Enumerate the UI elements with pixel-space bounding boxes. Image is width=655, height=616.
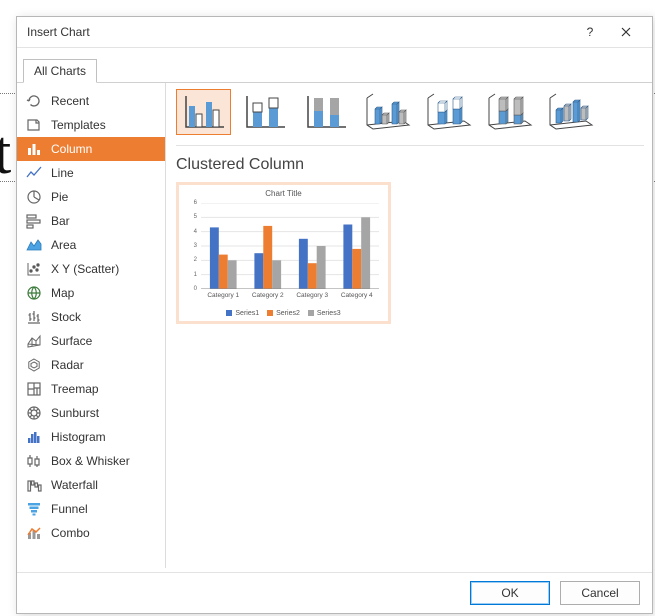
sidebar-item-radar[interactable]: Radar [17, 353, 165, 377]
dialog-title: Insert Chart [27, 25, 572, 39]
sidebar-item-label: Recent [51, 94, 89, 108]
treemap-icon [25, 380, 43, 398]
sidebar-item-label: Sunburst [51, 406, 99, 420]
sunburst-icon [25, 404, 43, 422]
close-button[interactable] [608, 18, 644, 46]
sidebar-item-label: Line [51, 166, 74, 180]
sidebar-item-scatter[interactable]: X Y (Scatter) [17, 257, 165, 281]
subtype-3d-stacked-column[interactable] [420, 89, 475, 135]
sidebar-item-label: X Y (Scatter) [51, 262, 119, 276]
radar-icon [25, 356, 43, 374]
sidebar-item-label: Stock [51, 310, 81, 324]
background-glyph: t [0, 118, 11, 189]
sidebar-item-label: Histogram [51, 430, 106, 444]
templates-icon [25, 116, 43, 134]
tab-all-charts[interactable]: All Charts [23, 59, 97, 83]
sidebar-item-column[interactable]: Column [17, 137, 165, 161]
preview-legend: Series1Series2Series3 [179, 310, 388, 317]
pie-icon [25, 188, 43, 206]
stacked-column-icon [241, 92, 289, 132]
3d-clustered-column-icon [363, 92, 411, 132]
sidebar-item-label: Box & Whisker [51, 454, 130, 468]
chart-subtype-row [176, 89, 644, 146]
sidebar-item-treemap[interactable]: Treemap [17, 377, 165, 401]
sidebar-item-box[interactable]: Box & Whisker [17, 449, 165, 473]
map-icon [25, 284, 43, 302]
sidebar-item-histogram[interactable]: Histogram [17, 425, 165, 449]
sidebar-item-label: Treemap [51, 382, 99, 396]
histogram-icon [25, 428, 43, 446]
column-icon [25, 140, 43, 158]
subtype-3d-clustered-column[interactable] [359, 89, 414, 135]
sidebar-item-bar[interactable]: Bar [17, 209, 165, 233]
sidebar-item-sunburst[interactable]: Sunburst [17, 401, 165, 425]
stock-icon [25, 308, 43, 326]
sidebar-item-label: Area [51, 238, 76, 252]
funnel-icon [25, 500, 43, 518]
subtype-3d-column[interactable] [542, 89, 597, 135]
cancel-button[interactable]: Cancel [560, 581, 640, 605]
sidebar-item-label: Bar [51, 214, 70, 228]
subtype-stacked-column[interactable] [237, 89, 292, 135]
bar-icon [25, 212, 43, 230]
sidebar-item-stock[interactable]: Stock [17, 305, 165, 329]
sidebar-item-label: Column [51, 142, 92, 156]
sidebar-item-combo[interactable]: Combo [17, 521, 165, 545]
box-whisker-icon [25, 452, 43, 470]
sidebar-item-surface[interactable]: Surface [17, 329, 165, 353]
sidebar-item-area[interactable]: Area [17, 233, 165, 257]
recent-icon [25, 92, 43, 110]
chart-preview[interactable]: Chart Title 0123456 Category 1Category 2… [176, 182, 391, 324]
sidebar-item-funnel[interactable]: Funnel [17, 497, 165, 521]
help-button[interactable]: ? [572, 18, 608, 46]
sidebar-item-pie[interactable]: Pie [17, 185, 165, 209]
sidebar-item-waterfall[interactable]: Waterfall [17, 473, 165, 497]
subtype-title: Clustered Column [176, 156, 644, 174]
sidebar-item-templates[interactable]: Templates [17, 113, 165, 137]
subtype-clustered-column[interactable] [176, 89, 231, 135]
3d-stacked-column-icon [424, 92, 472, 132]
sidebar-item-label: Surface [51, 334, 92, 348]
ok-button[interactable]: OK [470, 581, 550, 605]
area-icon [25, 236, 43, 254]
3d-column-icon [546, 92, 594, 132]
sidebar-item-label: Funnel [51, 502, 88, 516]
surface-icon [25, 332, 43, 350]
preview-y-axis: 0123456 [185, 203, 199, 289]
sidebar-item-label: Radar [51, 358, 84, 372]
clustered-column-icon [180, 92, 228, 132]
insert-chart-dialog: Insert Chart ? All Charts Recent Templat… [16, 16, 653, 614]
waterfall-icon [25, 476, 43, 494]
sidebar-item-label: Pie [51, 190, 68, 204]
chart-category-sidebar: Recent Templates Column Line Pie Bar [17, 83, 166, 568]
dialog-body: Recent Templates Column Line Pie Bar [17, 83, 652, 572]
titlebar: Insert Chart ? [17, 17, 652, 48]
100-stacked-column-icon [302, 92, 350, 132]
sidebar-item-label: Combo [51, 526, 90, 540]
sidebar-item-recent[interactable]: Recent [17, 89, 165, 113]
main-pane: Clustered Column Chart Title 0123456 Cat… [166, 83, 652, 568]
preview-x-categories: Category 1Category 2Category 3Category 4 [201, 292, 379, 299]
sidebar-item-line[interactable]: Line [17, 161, 165, 185]
sidebar-item-label: Waterfall [51, 478, 98, 492]
subtype-3d-100-stacked-column[interactable] [481, 89, 536, 135]
sidebar-item-map[interactable]: Map [17, 281, 165, 305]
sidebar-item-label: Map [51, 286, 74, 300]
subtype-100-stacked-column[interactable] [298, 89, 353, 135]
line-icon [25, 164, 43, 182]
preview-chart-title: Chart Title [179, 185, 388, 198]
3d-100-stacked-column-icon [485, 92, 533, 132]
close-icon [621, 27, 631, 37]
scatter-icon [25, 260, 43, 278]
preview-plot-area [201, 203, 379, 289]
tabbar: All Charts [17, 48, 652, 83]
sidebar-item-label: Templates [51, 118, 106, 132]
combo-icon [25, 524, 43, 542]
dialog-footer: OK Cancel [17, 572, 652, 613]
